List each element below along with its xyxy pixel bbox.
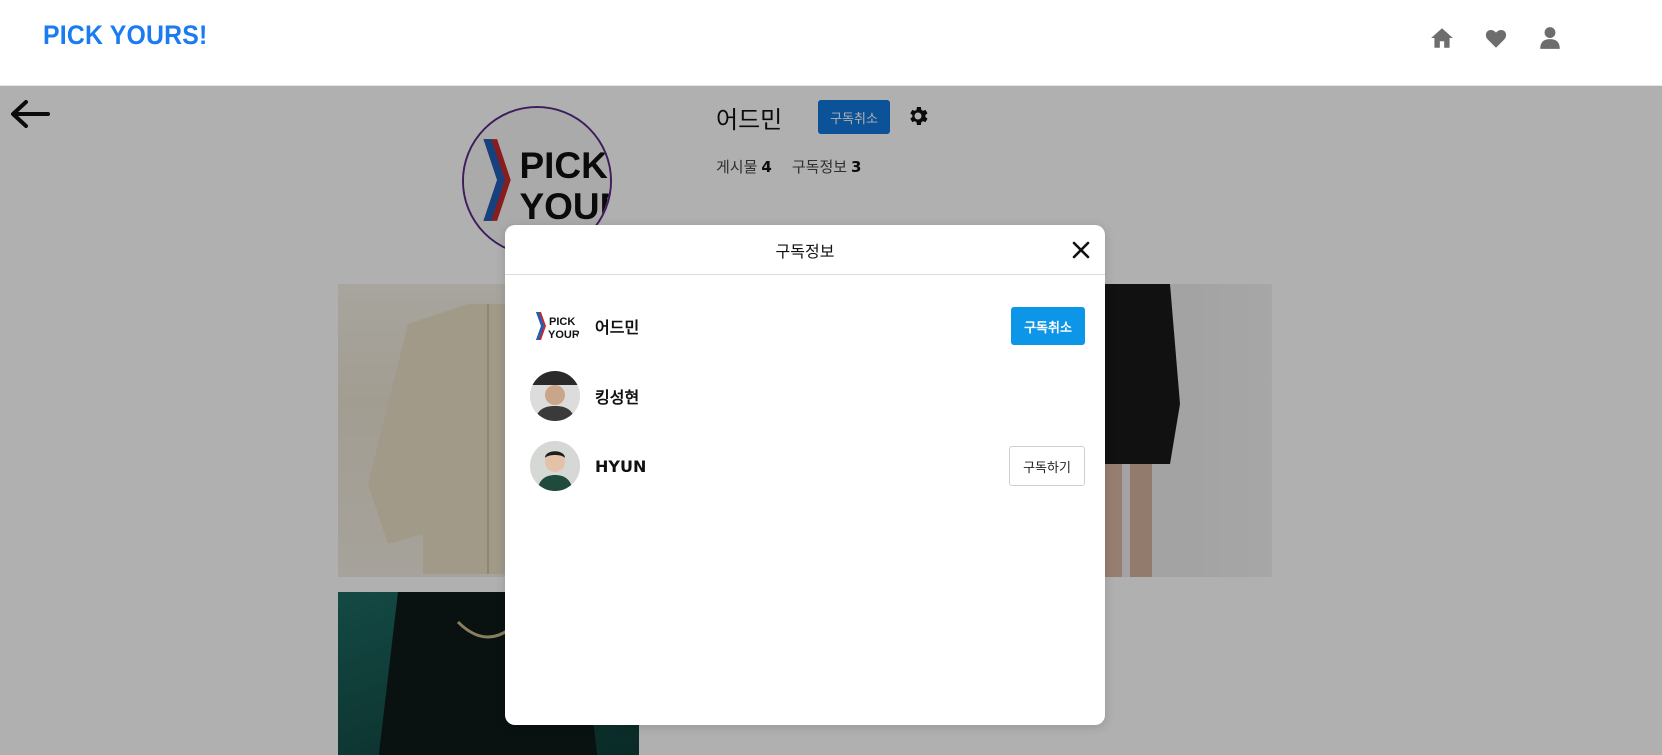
subscriptions-modal: 구독정보 PICK YOURS 어드민 구독취소: [505, 225, 1105, 725]
avatar[interactable]: [530, 371, 580, 421]
user-photo: [530, 441, 580, 491]
user-photo: [530, 371, 580, 421]
logo-text-line1: PICK: [549, 316, 575, 328]
top-header: PICK YOURS!: [0, 0, 1662, 86]
unsubscribe-button[interactable]: 구독취소: [1011, 307, 1085, 345]
subscription-list: PICK YOURS 어드민 구독취소 킹성현: [505, 275, 1105, 501]
list-item[interactable]: 킹성현: [505, 361, 1105, 431]
modal-title: 구독정보: [775, 241, 835, 261]
top-nav: [1428, 24, 1564, 52]
subscribe-button[interactable]: 구독하기: [1009, 446, 1085, 486]
pick-yours-logo-image: PICK YOURS: [530, 301, 580, 351]
profile-button[interactable]: [1536, 24, 1564, 52]
home-button[interactable]: [1428, 24, 1456, 52]
subscriber-name[interactable]: HYUN: [595, 457, 646, 476]
subscriber-name[interactable]: 킹성현: [595, 384, 639, 408]
modal-header: 구독정보: [505, 225, 1105, 275]
home-icon: [1431, 28, 1453, 48]
list-item[interactable]: PICK YOURS 어드민 구독취소: [505, 291, 1105, 361]
likes-button[interactable]: [1482, 24, 1510, 52]
subscriber-name[interactable]: 어드민: [595, 314, 639, 338]
avatar[interactable]: PICK YOURS: [530, 301, 580, 351]
heart-icon: [1485, 30, 1507, 48]
logo-text-line2: YOURS: [548, 329, 580, 341]
list-item[interactable]: HYUN 구독하기: [505, 431, 1105, 501]
close-icon: [1072, 241, 1090, 259]
avatar[interactable]: [530, 441, 580, 491]
close-button[interactable]: [1069, 238, 1093, 262]
user-icon: [1540, 27, 1560, 49]
site-logo[interactable]: PICK YOURS!: [43, 20, 207, 51]
